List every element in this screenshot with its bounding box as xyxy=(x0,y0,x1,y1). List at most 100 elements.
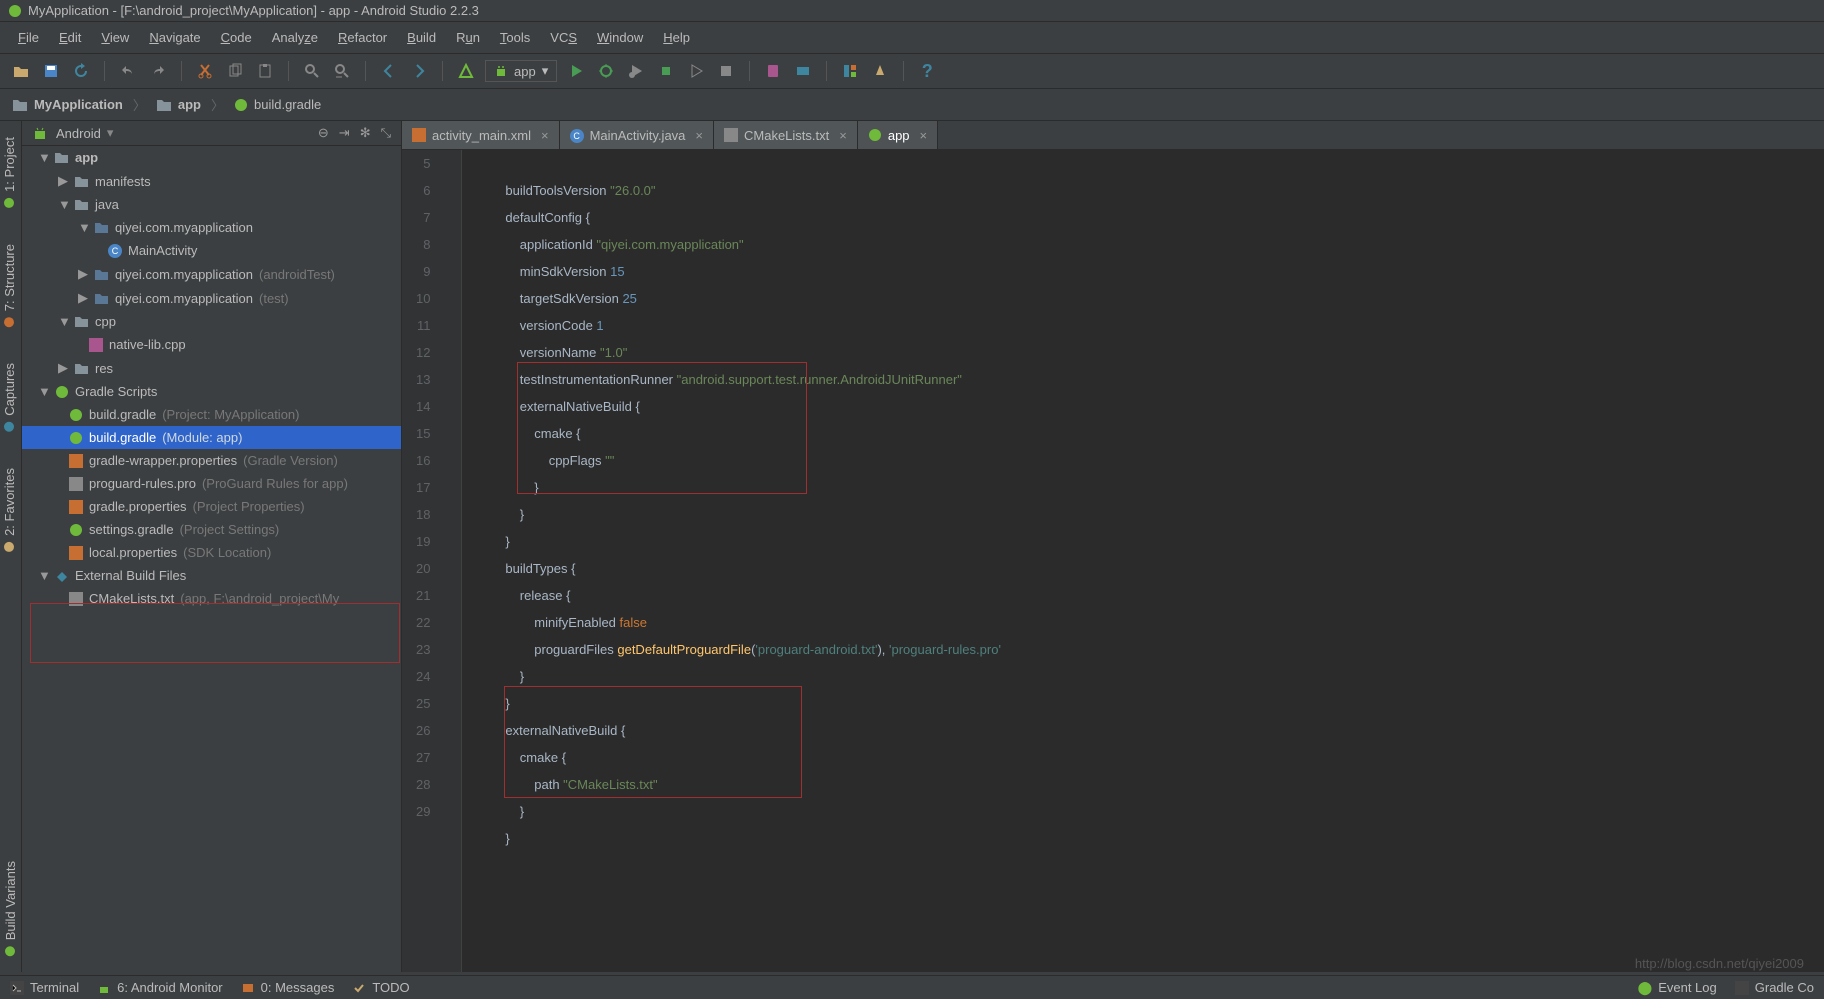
nav-breadcrumb: MyApplication 〉 app 〉 build.gradle xyxy=(0,89,1824,121)
fold-gutter[interactable] xyxy=(444,150,462,972)
tab-build-variants[interactable]: Build Variants xyxy=(0,853,21,964)
tab-captures[interactable]: Captures xyxy=(0,355,19,440)
menu-view[interactable]: View xyxy=(91,26,139,49)
copy-icon[interactable] xyxy=(224,60,246,82)
tree-node-package-main[interactable]: ▼qiyei.com.myapplication xyxy=(22,216,401,239)
dropdown-icon: ▾ xyxy=(542,63,549,79)
run-config-selector[interactable]: app ▾ xyxy=(485,60,557,82)
tab-project[interactable]: 1: Project xyxy=(0,129,19,216)
menu-tools[interactable]: Tools xyxy=(490,26,540,49)
tree-node-gradle-scripts[interactable]: ▼Gradle Scripts xyxy=(22,380,401,403)
settings-icon[interactable]: ✻ xyxy=(360,125,371,141)
tree-node-proguard[interactable]: proguard-rules.pro (ProGuard Rules for a… xyxy=(22,472,401,495)
scroll-from-icon[interactable]: ⇥ xyxy=(339,125,350,141)
app-icon xyxy=(8,4,22,18)
profile-icon[interactable] xyxy=(625,60,647,82)
status-todo[interactable]: TODO xyxy=(352,980,409,995)
menubar: File Edit View Navigate Code Analyze Ref… xyxy=(0,22,1824,54)
class-icon: C xyxy=(108,244,122,258)
tree-node-gradle-wrapper[interactable]: gradle-wrapper.properties (Gradle Versio… xyxy=(22,449,401,472)
replace-icon[interactable] xyxy=(331,60,353,82)
attach-icon[interactable] xyxy=(655,60,677,82)
tree-node-external-build[interactable]: ▼External Build Files xyxy=(22,564,401,587)
hide-icon[interactable]: ⤡ xyxy=(381,125,391,141)
watermark-text: http://blog.csdn.net/qiyei2009 xyxy=(1635,956,1804,971)
tree-node-cpp[interactable]: ▼cpp xyxy=(22,310,401,333)
debug-icon[interactable] xyxy=(595,60,617,82)
menu-window[interactable]: Window xyxy=(587,26,653,49)
menu-code[interactable]: Code xyxy=(211,26,262,49)
tree-node-build-gradle-project[interactable]: build.gradle (Project: MyApplication) xyxy=(22,403,401,426)
menu-build[interactable]: Build xyxy=(397,26,446,49)
menu-help[interactable]: Help xyxy=(653,26,700,49)
project-tree[interactable]: ▼app ▶manifests ▼java ▼qiyei.com.myappli… xyxy=(22,146,401,610)
code-editor[interactable]: 5678910111213141516171819202122232425262… xyxy=(402,150,1824,972)
tree-node-java[interactable]: ▼java xyxy=(22,193,401,216)
menu-run[interactable]: Run xyxy=(446,26,490,49)
tree-node-settings-gradle[interactable]: settings.gradle (Project Settings) xyxy=(22,518,401,541)
close-tab-icon[interactable]: × xyxy=(920,128,928,143)
tree-node-nativelib[interactable]: native-lib.cpp xyxy=(22,333,401,356)
tree-node-gradle-properties[interactable]: gradle.properties (Project Properties) xyxy=(22,495,401,518)
avd-icon[interactable] xyxy=(762,60,784,82)
tree-node-package-test[interactable]: ▶qiyei.com.myapplication (test) xyxy=(22,286,401,310)
crumb-module[interactable]: app xyxy=(156,97,201,112)
close-tab-icon[interactable]: × xyxy=(695,128,703,143)
menu-refactor[interactable]: Refactor xyxy=(328,26,397,49)
code-body[interactable]: buildToolsVersion "26.0.0" defaultConfig… xyxy=(462,150,1014,972)
status-terminal[interactable]: Terminal xyxy=(10,980,79,995)
undo-icon[interactable] xyxy=(117,60,139,82)
paste-icon[interactable] xyxy=(254,60,276,82)
tool-window-bar-left: 1: Project 7: Structure Captures 2: Favo… xyxy=(0,121,22,972)
tree-node-manifests[interactable]: ▶manifests xyxy=(22,169,401,193)
tree-node-cmakelists[interactable]: CMakeLists.txt (app, F:\android_project\… xyxy=(22,587,401,610)
open-icon[interactable] xyxy=(10,60,32,82)
close-tab-icon[interactable]: × xyxy=(839,128,847,143)
sync-icon[interactable] xyxy=(70,60,92,82)
tab-favorites[interactable]: 2: Favorites xyxy=(0,460,19,560)
help-icon[interactable]: ? xyxy=(916,60,938,82)
editor-area: activity_main.xml× CMainActivity.java× C… xyxy=(402,121,1824,972)
menu-file[interactable]: File xyxy=(8,26,49,49)
crumb-file[interactable]: build.gradle xyxy=(234,97,321,112)
redo-icon[interactable] xyxy=(147,60,169,82)
run-icon[interactable] xyxy=(565,60,587,82)
tree-node-app[interactable]: ▼app xyxy=(22,146,401,169)
tab-structure[interactable]: 7: Structure xyxy=(0,236,19,335)
status-gradle-console[interactable]: Gradle Co xyxy=(1735,980,1814,996)
run-config-label: app xyxy=(514,64,536,79)
tree-node-package-androidtest[interactable]: ▶qiyei.com.myapplication (androidTest) xyxy=(22,262,401,286)
collapse-icon[interactable]: ⊖ xyxy=(318,125,329,141)
tab-activity-main[interactable]: activity_main.xml× xyxy=(402,121,560,149)
device-icon[interactable] xyxy=(869,60,891,82)
project-view-mode[interactable]: Android xyxy=(56,126,101,141)
forward-icon[interactable] xyxy=(408,60,430,82)
layout-inspector-icon[interactable] xyxy=(839,60,861,82)
menu-navigate[interactable]: Navigate xyxy=(139,26,210,49)
tree-node-res[interactable]: ▶res xyxy=(22,356,401,380)
menu-edit[interactable]: Edit xyxy=(49,26,91,49)
tree-node-local-properties[interactable]: local.properties (SDK Location) xyxy=(22,541,401,564)
close-tab-icon[interactable]: × xyxy=(541,128,549,143)
status-event-log[interactable]: ⬤Event Log xyxy=(1638,980,1717,996)
tab-app-gradle[interactable]: app× xyxy=(858,121,938,149)
crumb-project[interactable]: MyApplication xyxy=(12,97,123,112)
status-messages[interactable]: 0: Messages xyxy=(241,980,335,995)
make-icon[interactable] xyxy=(455,60,477,82)
menu-analyze[interactable]: Analyze xyxy=(262,26,328,49)
find-icon[interactable] xyxy=(301,60,323,82)
sdk-icon[interactable] xyxy=(792,60,814,82)
coverage-icon[interactable] xyxy=(685,60,707,82)
menu-vcs[interactable]: VCS xyxy=(540,26,587,49)
stop-icon[interactable] xyxy=(715,60,737,82)
cut-icon[interactable] xyxy=(194,60,216,82)
tree-node-build-gradle-module[interactable]: build.gradle (Module: app) xyxy=(22,426,401,449)
statusbar: Terminal 6: Android Monitor 0: Messages … xyxy=(0,975,1824,999)
status-android-monitor[interactable]: 6: Android Monitor xyxy=(97,980,223,995)
tree-node-mainactivity[interactable]: CMainActivity xyxy=(22,239,401,262)
tab-mainactivity[interactable]: CMainActivity.java× xyxy=(560,121,714,149)
tab-cmakelists[interactable]: CMakeLists.txt× xyxy=(714,121,858,149)
save-icon[interactable] xyxy=(40,60,62,82)
back-icon[interactable] xyxy=(378,60,400,82)
window-titlebar: MyApplication - [F:\android_project\MyAp… xyxy=(0,0,1824,22)
